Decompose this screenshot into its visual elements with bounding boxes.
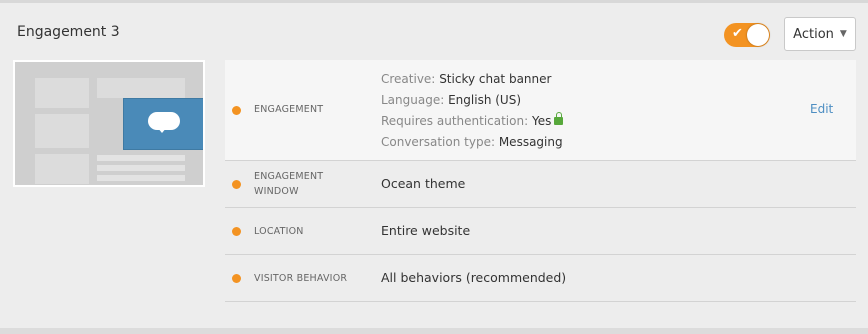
conversation-key: Conversation type:	[381, 135, 495, 149]
sticky-chat-banner-preview	[123, 98, 203, 150]
row-label: ENGAGEMENT	[254, 104, 324, 115]
engagement-toggle[interactable]: ✔	[724, 23, 770, 47]
auth-line: Requires authentication: Yes	[381, 111, 564, 132]
conversation-line: Conversation type: Messaging	[381, 132, 563, 153]
status-dot	[232, 274, 241, 283]
action-button-label: Action	[793, 26, 834, 42]
bottom-divider	[0, 328, 868, 334]
engagement-title: Engagement 3	[17, 24, 120, 40]
status-dot	[232, 227, 241, 236]
settings-row-location[interactable]: LOCATION Entire website	[225, 208, 856, 255]
settings-row-engagement-window[interactable]: ENGAGEMENT WINDOW Ocean theme	[225, 161, 856, 208]
conversation-value: Messaging	[498, 135, 563, 149]
row-value: Ocean theme	[381, 176, 466, 191]
creative-line: Creative: Sticky chat banner	[381, 69, 563, 90]
status-dot	[232, 180, 241, 189]
preview-line	[97, 155, 185, 161]
engagement-preview-thumbnail[interactable]	[13, 60, 205, 187]
preview-line	[97, 175, 185, 181]
auth-key: Requires authentication:	[381, 114, 529, 128]
toggle-knob	[747, 24, 769, 46]
chat-bubble-tail	[157, 127, 167, 133]
row-label: LOCATION	[254, 226, 304, 237]
settings-row-engagement: ENGAGEMENT Creative: Sticky chat banner …	[225, 60, 856, 161]
row-label-line2: WINDOW	[254, 186, 299, 197]
action-dropdown-button[interactable]: Action ▼	[784, 17, 856, 51]
preview-block	[35, 114, 89, 148]
engagement-settings-list: ENGAGEMENT Creative: Sticky chat banner …	[225, 60, 856, 302]
row-value: Entire website	[381, 223, 471, 238]
status-dot	[232, 106, 241, 115]
row-value: All behaviors (recommended)	[381, 270, 567, 285]
chevron-down-icon: ▼	[839, 29, 847, 39]
language-line: Language: English (US)	[381, 90, 563, 111]
row-label: ENGAGEMENT WINDOW	[254, 169, 323, 199]
preview-block	[35, 78, 89, 108]
engagement-details: Creative: Sticky chat banner Language: E…	[381, 69, 564, 153]
preview-block	[35, 154, 89, 184]
creative-value: Sticky chat banner	[439, 72, 552, 86]
engagement-panel: Engagement 3 ✔ Action ▼ ENGAGEMENT Creat…	[0, 3, 868, 328]
row-label: VISITOR BEHAVIOR	[254, 273, 348, 284]
creative-key: Creative:	[381, 72, 436, 86]
settings-row-visitor-behavior[interactable]: VISITOR BEHAVIOR All behaviors (recommen…	[225, 255, 856, 302]
edit-link[interactable]: Edit	[810, 102, 833, 116]
preview-line	[97, 165, 185, 171]
lock-icon	[554, 112, 564, 125]
preview-block	[97, 78, 185, 98]
check-icon: ✔	[732, 26, 743, 41]
auth-value: Yes	[531, 114, 552, 128]
row-label-line1: ENGAGEMENT	[254, 171, 324, 182]
language-key: Language:	[381, 93, 445, 107]
language-value: English (US)	[448, 93, 522, 107]
